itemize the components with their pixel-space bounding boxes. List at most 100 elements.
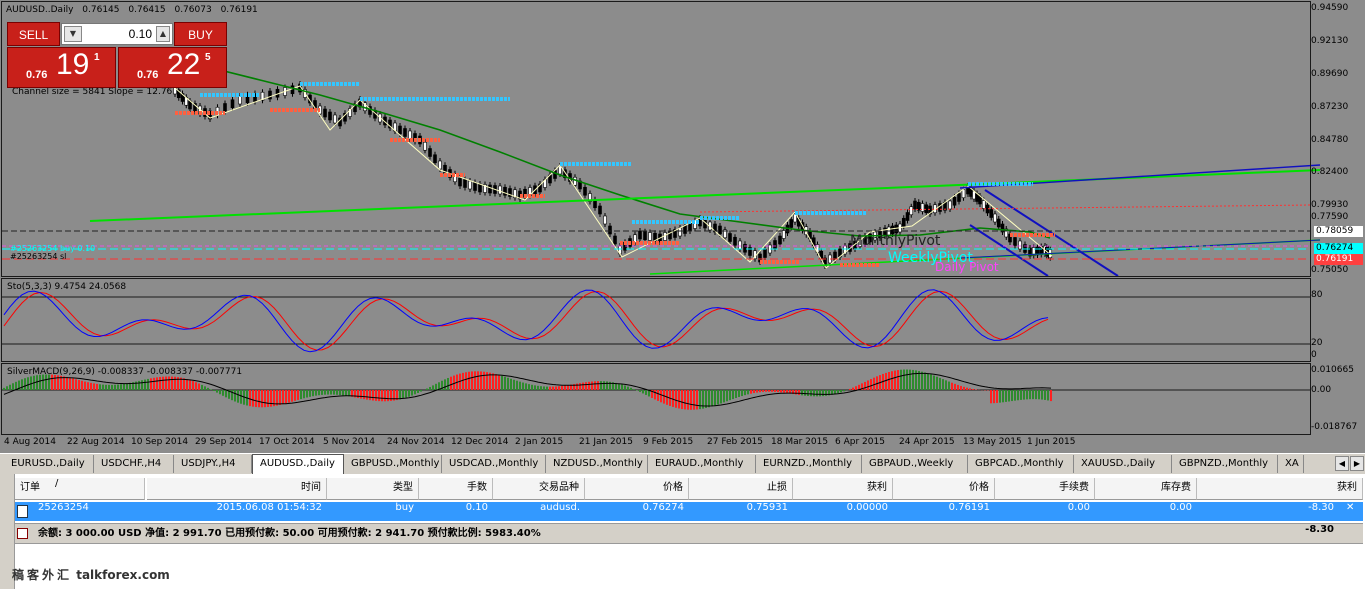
date-axis-label: 18 Mar 2015 (771, 437, 829, 447)
tab-gbpnzd-monthly[interactable]: GBPNZD.,Monthly (1172, 455, 1278, 473)
date-axis-label: 24 Apr 2015 (899, 437, 955, 447)
order-type: buy (395, 502, 414, 513)
tab-xa[interactable]: XA (1278, 455, 1304, 473)
order-lots: 0.10 (465, 502, 488, 513)
column-header[interactable]: 时间 (147, 478, 327, 500)
lot-size-value[interactable]: 0.10 (129, 27, 152, 41)
sell-quote-prefix: 0.76 (26, 69, 48, 81)
close-order-icon[interactable]: ✕ (1341, 502, 1359, 521)
macd-axis-high: 0.010665 (1311, 365, 1354, 375)
lot-increase-icon[interactable]: ▲ (156, 26, 170, 42)
ohlc-high: 0.76415 (128, 5, 166, 15)
date-axis-label: 29 Sep 2014 (195, 437, 253, 447)
one-click-trade-panel: SELL ▼ 0.10 ▲ BUY 0.76 19 1 0.76 22 5 (7, 22, 227, 88)
price-axis-label: 0.84780 (1311, 135, 1349, 145)
column-header[interactable]: 价格 (585, 478, 689, 500)
lot-decrease-icon[interactable]: ▼ (64, 26, 82, 42)
buy-button[interactable]: BUY (174, 22, 227, 46)
table-row[interactable]: 25263254 2015.06.08 01:54:32 buy 0.10 au… (15, 502, 1363, 521)
price-axis-label: 0.89690 (1311, 69, 1349, 79)
tab-euraud-monthly[interactable]: EURAUD.,Monthly (648, 455, 756, 473)
stoch-axis-80: 80 (1311, 290, 1323, 300)
tab-eurusd-daily[interactable]: EURUSD.,Daily (4, 455, 94, 473)
tab-nzdusd-monthly[interactable]: NZDUSD.,Monthly (546, 455, 648, 473)
column-header[interactable]: 手数 (419, 478, 493, 500)
order-commission: 0.00 (1067, 502, 1090, 513)
tab-gbpcad-monthly[interactable]: GBPCAD.,Monthly (968, 455, 1074, 473)
price-axis-label: 0.77590 (1311, 212, 1349, 222)
order-profit: -8.30 (1308, 502, 1334, 513)
column-header[interactable]: 订单 (15, 478, 145, 500)
date-axis-label: 2 Jan 2015 (515, 437, 564, 447)
sell-quote-button[interactable]: 0.76 19 1 (7, 47, 116, 88)
balance-profit: -8.30 (1305, 524, 1334, 535)
sort-indicator: / (55, 478, 59, 489)
balance-summary: 余额: 3 000.00 USD 净值: 2 991.70 已用预付款: 50.… (38, 528, 541, 539)
price-axis-label: 0.92130 (1311, 36, 1349, 46)
stoch-axis-20: 20 (1311, 338, 1323, 348)
date-axis-label: 27 Feb 2015 (707, 437, 764, 447)
stoch-pane-border (1, 278, 1311, 362)
ohlc-open: 0.76145 (82, 5, 120, 15)
date-axis-label: 5 Nov 2014 (323, 437, 375, 447)
chart-title: AUDUSD..Daily 0.76145 0.76415 0.76073 0.… (6, 5, 264, 15)
date-axis-label: 10 Sep 2014 (131, 437, 189, 447)
column-header[interactable]: 交易品种 (493, 478, 585, 500)
order-open-price: 0.76274 (642, 502, 684, 513)
watermark: 稿客外汇 talkforex.com (12, 566, 170, 583)
tab-gbpaud-weekly[interactable]: GBPAUD.,Weekly (862, 455, 968, 473)
tab-usdjpy-h4[interactable]: USDJPY.,H4 (174, 455, 252, 473)
terminal-panel: 订单 / 时间 类型 手数 交易品种 价格 止损 获利 价格 手续费 库存费 获利 25263254 2… (0, 474, 1365, 589)
chart-area[interactable]: AUDUSD..Daily 0.76145 0.76415 0.76073 0.… (0, 0, 1365, 453)
monthly-pivot-label: MonthlyPivot (850, 233, 941, 249)
date-axis-label: 4 Aug 2014 (4, 437, 56, 447)
buy-quote-prefix: 0.76 (137, 69, 159, 81)
daily-pivot-label: Daily Pivot (935, 260, 999, 274)
price-axis-label: 0.94590 (1311, 3, 1349, 13)
sell-button[interactable]: SELL (7, 22, 60, 46)
watermark-cn: 稿客外汇 (12, 568, 73, 582)
tab-usdchf-h4[interactable]: USDCHF.,H4 (94, 455, 174, 473)
column-header[interactable]: 获利 (793, 478, 893, 500)
order-current-price: 0.76191 (948, 502, 990, 513)
order-time: 2015.06.08 01:54:32 (216, 502, 322, 513)
macd-label: SilverMACD(9,26,9) -0.008337 -0.008337 -… (7, 367, 243, 377)
column-header[interactable]: 手续费 (995, 478, 1095, 500)
date-axis-label: 17 Oct 2014 (259, 437, 315, 447)
column-header[interactable]: 价格 (893, 478, 995, 500)
lot-size-field[interactable]: ▼ 0.10 ▲ (61, 23, 173, 45)
balance-row: 余额: 3 000.00 USD 净值: 2 991.70 已用预付款: 50.… (15, 523, 1363, 544)
buy-quote-button[interactable]: 0.76 22 5 (118, 47, 227, 88)
channel-info: Channel size = 5841 Slope = 12.76 (12, 87, 173, 97)
date-axis-label: 9 Feb 2015 (643, 437, 694, 447)
price-axis-label: 0.87230 (1311, 102, 1349, 112)
date-axis-label: 12 Dec 2014 (451, 437, 509, 447)
sell-quote-fraction: 1 (94, 52, 100, 63)
column-header[interactable]: 获利 (1197, 478, 1363, 500)
date-axis-label: 1 Jun 2015 (1027, 437, 1076, 447)
buy-quote-fraction: 5 (205, 52, 211, 63)
tab-audusd-daily[interactable]: AUDUSD.,Daily (252, 454, 344, 474)
stoch-axis-0: 0 (1311, 350, 1317, 360)
tab-gbpusd-monthly[interactable]: GBPUSD.,Monthly (344, 455, 442, 473)
date-axis-label: 24 Nov 2014 (387, 437, 445, 447)
date-axis-label: 6 Apr 2015 (835, 437, 885, 447)
balance-icon (17, 524, 31, 543)
chart-tab-bar: EURUSD.,Daily USDCHF.,H4 USDJPY.,H4 AUDUSD.… (0, 453, 1365, 475)
date-axis-label: 22 Aug 2014 (67, 437, 125, 447)
order-ticket: 25263254 (38, 502, 89, 513)
tab-usdcad-monthly[interactable]: USDCAD.,Monthly (442, 455, 546, 473)
order-swap: 0.00 (1169, 502, 1192, 513)
column-header[interactable]: 库存费 (1095, 478, 1197, 500)
tab-eurnzd-monthly[interactable]: EURNZD.,Monthly (756, 455, 862, 473)
tab-scroll-right-icon[interactable]: ▶ (1350, 456, 1364, 471)
column-header[interactable]: 止损 (689, 478, 793, 500)
order-tp: 0.00000 (846, 502, 888, 513)
watermark-site: talkforex.com (76, 568, 170, 582)
order-line-sl-label: #25263254 sl (10, 252, 67, 261)
tab-xauusd-daily[interactable]: XAUUSD.,Daily (1074, 455, 1172, 473)
price-axis-label: 0.79930 (1311, 200, 1349, 210)
column-header[interactable]: 类型 (327, 478, 419, 500)
tab-scroll-left-icon[interactable]: ◀ (1335, 456, 1349, 471)
macd-axis-low: -0.018767 (1311, 422, 1358, 432)
